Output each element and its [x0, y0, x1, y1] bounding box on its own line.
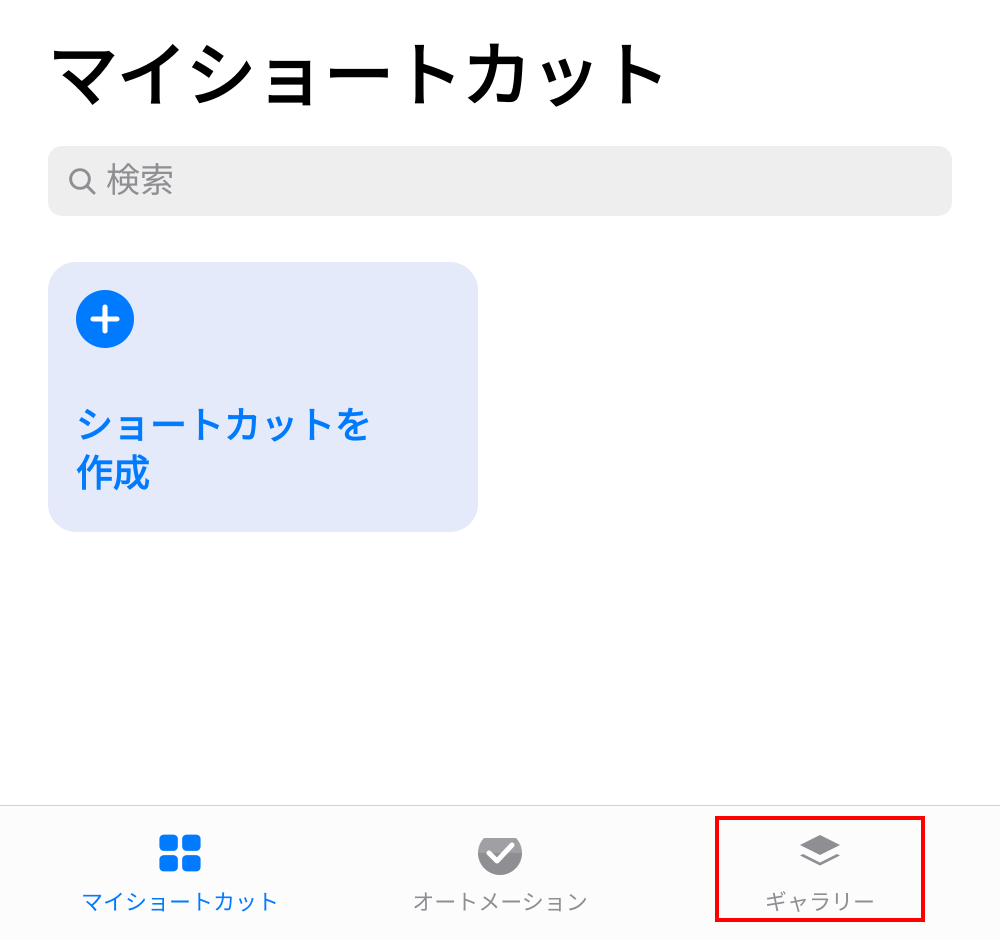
tab-my-shortcuts[interactable]: マイショートカット — [20, 812, 340, 932]
grid-icon — [154, 827, 206, 879]
automation-check-icon — [472, 827, 528, 879]
search-bar[interactable] — [48, 146, 952, 216]
gallery-stack-icon — [794, 827, 846, 879]
search-icon — [66, 165, 98, 197]
create-shortcut-card[interactable]: ショートカットを 作成 — [48, 262, 478, 532]
page-title: マイショートカット — [48, 20, 952, 121]
search-input[interactable] — [106, 162, 934, 201]
plus-icon — [76, 290, 134, 348]
tab-label: ギャラリー — [765, 885, 875, 917]
main-content: マイショートカット ショートカットを 作成 — [0, 0, 1000, 805]
tab-label: マイショートカット — [81, 885, 279, 917]
tab-bar: マイショートカット オートメーション ギャラリー — [0, 805, 1000, 940]
tab-label: オートメーション — [412, 885, 588, 917]
tab-automation[interactable]: オートメーション — [340, 812, 660, 932]
create-shortcut-label: ショートカットを 作成 — [76, 402, 450, 504]
tab-gallery[interactable]: ギャラリー — [660, 812, 980, 932]
